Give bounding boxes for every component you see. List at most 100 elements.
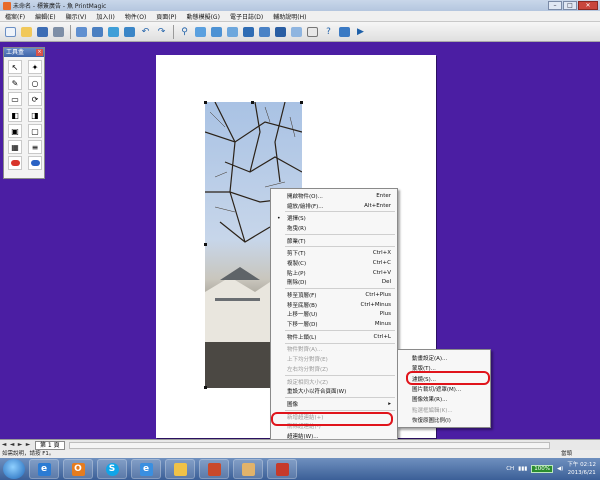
ctx-open-object[interactable]: 開啟物件(O)... Enter — [271, 191, 397, 201]
menu-animation[interactable]: 動態模擬(G) — [182, 12, 225, 21]
outlook-icon[interactable]: O — [63, 459, 93, 479]
ie-icon[interactable]: e — [29, 459, 59, 479]
first-page-button[interactable]: ◄ — [0, 441, 8, 449]
pen-tool-icon[interactable]: ✎ — [8, 76, 22, 90]
ellipse-tool-icon[interactable]: ○ — [28, 76, 42, 90]
scan-icon[interactable] — [90, 24, 105, 39]
copy-icon[interactable] — [257, 24, 272, 39]
select-tool-icon[interactable]: ↖ — [8, 60, 22, 74]
volume-icon[interactable]: ◀) — [557, 466, 563, 472]
redo-icon[interactable]: ↷ — [154, 24, 169, 39]
play-icon[interactable]: ▶ — [353, 24, 368, 39]
minimize-button[interactable]: – — [548, 1, 562, 10]
ctx-drag[interactable]: 拖曳(R) — [271, 223, 397, 233]
ctx-cut[interactable]: 剪下(T) Ctrl+X — [271, 248, 397, 258]
ctx-paste[interactable]: 貼上(P) Ctrl+V — [271, 268, 397, 278]
print-preview-icon[interactable] — [74, 24, 89, 39]
ctx-delete[interactable]: 刪除(D) Del — [271, 278, 397, 288]
cut-icon[interactable] — [241, 24, 256, 39]
next-page-button[interactable]: ► — [16, 441, 24, 449]
resize-handle-bl[interactable] — [204, 386, 207, 389]
group-tool-icon[interactable]: ▣ — [8, 124, 22, 138]
rotate-tool-icon[interactable]: ⟳ — [28, 92, 42, 106]
ctx-remove-hyperlink[interactable]: 刪除超連結(-) — [271, 421, 397, 431]
tool-icon[interactable] — [337, 24, 352, 39]
sub-filter[interactable]: 濾鏡(S)... — [398, 374, 490, 384]
ctx-image[interactable]: 圖像 ▸ — [271, 399, 397, 409]
clock[interactable]: 下午 02:12 2013/6/21 — [567, 461, 596, 477]
paste-icon[interactable] — [273, 24, 288, 39]
sub-animation-settings[interactable]: 動畫設定(A)... — [398, 353, 490, 363]
help-icon[interactable]: ? — [321, 24, 336, 39]
photo-icon[interactable] — [225, 24, 240, 39]
prev-page-button[interactable]: ◄ — [8, 441, 16, 449]
ctx-bring-to-front[interactable]: 移至頂層(F) Ctrl+Plus — [271, 290, 397, 300]
presentation-icon[interactable] — [199, 459, 229, 479]
ctx-copy[interactable]: 複製(C) Ctrl+C — [271, 258, 397, 268]
menu-help[interactable]: 輔助說明(H) — [268, 12, 311, 21]
skype-icon[interactable]: S — [97, 459, 127, 479]
folder-icon[interactable] — [165, 459, 195, 479]
sub-crop-mask[interactable]: 圖片裁切/遮罩(M)... — [398, 384, 490, 394]
ctx-same-size[interactable]: 設定相同大小(Z) — [271, 377, 397, 387]
paint-icon[interactable] — [233, 459, 263, 479]
menu-object[interactable]: 物件(O) — [120, 12, 151, 21]
maximize-button[interactable]: □ — [563, 1, 577, 10]
new-doc-icon[interactable] — [3, 24, 18, 39]
ctx-move-down[interactable]: 下移一層(D) Minus — [271, 319, 397, 329]
ctx-distribute-vertical[interactable]: 上下均分對齊(E) — [271, 354, 397, 364]
menu-file[interactable]: 檔案(F) — [0, 12, 30, 21]
resize-handle-ml[interactable] — [204, 243, 207, 246]
horizontal-scrollbar[interactable] — [68, 441, 550, 449]
ctx-node[interactable]: 節業(T) — [271, 236, 397, 246]
front-tool-icon[interactable]: ◧ — [8, 108, 22, 122]
ctx-add-hyperlink[interactable]: 新增超連結(+) — [271, 412, 397, 422]
ctx-align-objects[interactable]: 物件對齊(A)... — [271, 345, 397, 355]
page-tab-1[interactable]: 第 1 頁 — [35, 440, 65, 450]
toolbox-title[interactable]: 工具盒 × — [4, 48, 44, 57]
print-icon[interactable] — [51, 24, 66, 39]
open-icon[interactable] — [19, 24, 34, 39]
menu-view[interactable]: 顯示(V) — [61, 12, 92, 21]
undo-icon[interactable]: ↶ — [138, 24, 153, 39]
sub-image-effects[interactable]: 圖像效果(R)... — [398, 394, 490, 404]
save-icon[interactable] — [35, 24, 50, 39]
calendar-icon[interactable] — [305, 24, 320, 39]
last-page-button[interactable]: ► — [24, 441, 32, 449]
ctx-move-up[interactable]: 上移一層(U) Plus — [271, 310, 397, 320]
start-button[interactable] — [3, 459, 25, 479]
image-edit-icon[interactable] — [209, 24, 224, 39]
sub-restore-ratio[interactable]: 恢復原圖比例(I) — [398, 415, 490, 425]
resize-handle-tl[interactable] — [204, 101, 207, 104]
ctx-fit-to-page[interactable]: 重設大小以符合頁面(W) — [271, 386, 397, 396]
ctx-select[interactable]: • 選擇(S) — [271, 213, 397, 223]
battery-indicator[interactable]: 100% — [531, 465, 553, 473]
signal-icon[interactable]: ▮▮▮ — [518, 466, 527, 472]
frame-tool-icon[interactable]: ▦ — [8, 140, 22, 154]
sub-hotspot-edit[interactable]: 點選框編輯(K)... — [398, 404, 490, 414]
ctx-scale-layout[interactable]: 縮放/繪排(F)... Alt+Enter — [271, 201, 397, 211]
menu-edit[interactable]: 編輯(E) — [30, 12, 60, 21]
ctx-lock-object[interactable]: 物件上鎖(L) Ctrl+L — [271, 332, 397, 342]
red-color-icon[interactable] — [8, 156, 22, 170]
ctx-send-to-back[interactable]: 移至底層(B) Ctrl+Minus — [271, 300, 397, 310]
menu-ejournal[interactable]: 電子日誌(D) — [225, 12, 268, 21]
magic-wand-icon[interactable]: ✦ — [28, 60, 42, 74]
zoom-icon[interactable]: ⚲ — [177, 24, 192, 39]
image-icon[interactable] — [193, 24, 208, 39]
ungroup-tool-icon[interactable]: ▢ — [28, 124, 42, 138]
resize-handle-tm[interactable] — [251, 101, 254, 104]
menu-insert[interactable]: 加入(I) — [91, 12, 119, 21]
blue-color-icon[interactable] — [28, 156, 42, 170]
ctx-distribute-horizontal[interactable]: 左右均分對齊(Z) — [271, 364, 397, 374]
rect-tool-icon[interactable]: ▭ — [8, 92, 22, 106]
sub-mask[interactable]: 蒙版(T)... — [398, 363, 490, 373]
menu-page[interactable]: 頁面(P) — [151, 12, 181, 21]
toolbox-close-button[interactable]: × — [36, 49, 43, 56]
ie2-icon[interactable]: e — [131, 459, 161, 479]
resize-handle-tr[interactable] — [300, 101, 303, 104]
export-icon[interactable] — [122, 24, 137, 39]
delete-icon[interactable] — [289, 24, 304, 39]
printmagic-icon[interactable] — [267, 459, 297, 479]
back-tool-icon[interactable]: ◨ — [28, 108, 42, 122]
